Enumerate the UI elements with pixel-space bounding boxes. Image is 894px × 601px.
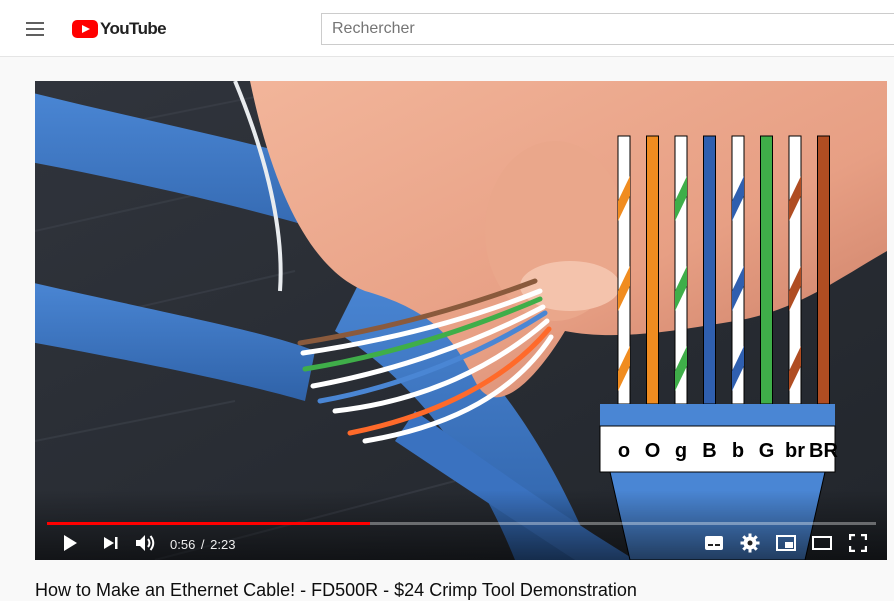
wire-column (617, 135, 631, 405)
wire-label: B (702, 440, 716, 462)
volume-icon[interactable] (132, 530, 160, 556)
wire-column (731, 135, 745, 405)
wire-column (817, 135, 830, 405)
youtube-play-icon (72, 20, 98, 38)
wire-label: G (759, 440, 775, 462)
wire-label: BR (809, 440, 838, 462)
settings-icon[interactable] (736, 530, 764, 556)
wire-label: O (645, 440, 661, 462)
wire-column (760, 135, 773, 405)
wire-label: br (785, 440, 805, 462)
seek-bar-played (47, 522, 371, 525)
fullscreen-icon[interactable] (844, 530, 872, 556)
wire-column (646, 135, 659, 405)
wire-column (703, 135, 716, 405)
wire-column (674, 135, 688, 405)
wire-label: b (732, 440, 744, 462)
next-icon[interactable] (97, 530, 125, 556)
seek-bar[interactable] (47, 522, 876, 525)
hamburger-menu-icon[interactable] (18, 14, 54, 44)
wire-column (788, 135, 802, 405)
logo-text: YouTube (100, 19, 167, 38)
video-frame: o Og Bb Gbr BR (35, 81, 887, 560)
miniplayer-icon[interactable] (772, 530, 800, 556)
current-time: 0:56 (170, 537, 196, 552)
youtube-logo[interactable]: YouTube (72, 19, 167, 39)
time-display: 0:56 / 2:23 (170, 537, 236, 552)
wire-label: o (618, 440, 630, 462)
subtitles-icon[interactable] (700, 530, 728, 556)
player-controls: 0:56 / 2:23 (35, 526, 887, 560)
video-title[interactable]: How to Make an Ethernet Cable! - FD500R … (35, 580, 637, 601)
duration: 2:23 (210, 537, 236, 552)
play-icon[interactable] (56, 530, 84, 556)
wire-label: g (675, 440, 687, 462)
top-bar: YouTube (0, 0, 894, 57)
theater-icon[interactable] (808, 530, 836, 556)
search-input[interactable] (321, 13, 894, 45)
video-player[interactable]: o Og Bb Gbr BR 0:56 / 2:23 (35, 81, 887, 560)
